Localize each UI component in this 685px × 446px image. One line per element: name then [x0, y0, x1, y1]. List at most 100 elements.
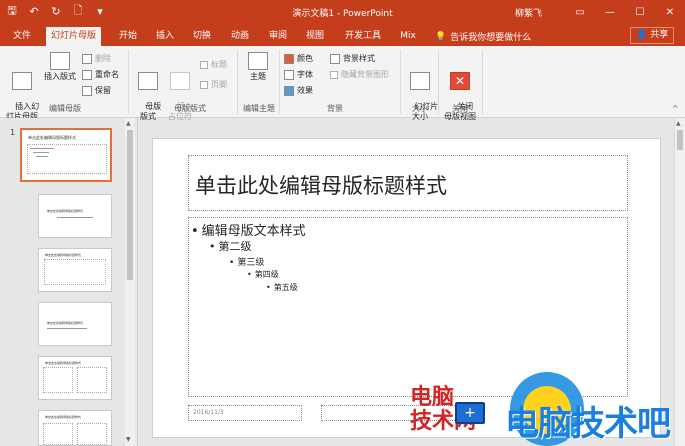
- slide-scrollbar[interactable]: ▲: [674, 118, 685, 446]
- thumbnail-body-box: [77, 367, 107, 393]
- new-file-icon[interactable]: 🗋: [70, 3, 86, 19]
- group-label-close: 关闭: [452, 104, 468, 113]
- thumbnail-layout-5[interactable]: 单击此处编辑母版标题样式: [38, 410, 112, 446]
- delete-icon: [82, 53, 92, 64]
- background-styles-icon: [330, 53, 340, 64]
- thumbnail-scrollbar[interactable]: ▲ ▼: [125, 118, 135, 446]
- tab-animations[interactable]: 动画: [225, 28, 255, 46]
- title-checkbox-label: 标题: [211, 60, 227, 69]
- thumbnail-title: 单击此处编辑母版标题样式: [47, 209, 84, 213]
- tab-slide-master[interactable]: 幻灯片母版: [46, 27, 102, 46]
- close-icon[interactable]: ✕: [655, 0, 685, 24]
- themes-icon: [248, 52, 268, 70]
- thumbnail-line: [47, 328, 87, 329]
- colors-label: 颜色: [297, 54, 313, 63]
- watermark-blue-text: 电脑技术吧: [505, 404, 671, 444]
- tab-view[interactable]: 视图: [300, 28, 330, 46]
- colors-button[interactable]: 颜色: [284, 53, 313, 64]
- minimize-icon[interactable]: —: [595, 0, 625, 24]
- thumbnail-title: 单击此处编辑母版标题样式: [45, 415, 82, 419]
- share-label: 共享: [650, 30, 669, 40]
- themes-label: 主题: [250, 72, 266, 81]
- thumbnail-body-box: [43, 423, 73, 445]
- thumbnail-title: 单击此处编辑母版标题样式: [45, 361, 82, 365]
- slide-canvas[interactable]: 单击此处编辑母版标题样式 编辑母版文本样式 第二级 第三级 第四级 第五级 20…: [152, 138, 661, 438]
- tell-me-text: 告诉我你想要做什么: [450, 33, 532, 43]
- scrollbar-thumb[interactable]: [127, 130, 133, 280]
- hide-bg-label: 隐藏背景图形: [341, 70, 389, 79]
- date-placeholder[interactable]: 2016/11/3: [188, 405, 302, 421]
- tab-home[interactable]: 开始: [113, 28, 143, 46]
- thumbnail-title: 单击此处编辑母版标题样式: [47, 321, 84, 325]
- thumbnail-layout-2[interactable]: 单击此处编辑母版标题样式: [38, 248, 112, 292]
- ribbon-display-icon[interactable]: ▭: [565, 0, 595, 24]
- effects-icon: [284, 85, 294, 96]
- effects-label: 效果: [297, 86, 313, 95]
- effects-button[interactable]: 效果: [284, 85, 313, 96]
- thumbnail-body-box: [44, 259, 106, 285]
- redo-icon[interactable]: ↻: [48, 3, 64, 19]
- scroll-up-icon[interactable]: ▲: [676, 120, 681, 127]
- scroll-down-icon[interactable]: ▼: [126, 436, 131, 443]
- slide-number: 1: [10, 128, 16, 137]
- colors-icon: [284, 53, 294, 64]
- insert-layout-icon: [50, 52, 70, 70]
- insert-layout-button[interactable]: 插入版式: [42, 52, 78, 82]
- themes-button[interactable]: 主题: [244, 52, 272, 82]
- fonts-label: 字体: [297, 70, 313, 79]
- slide-size-button[interactable]: 幻灯片 大小: [404, 52, 438, 132]
- title-checkbox-box: [200, 60, 208, 69]
- insert-placeholder-button[interactable]: 插入 占位符: [165, 52, 195, 132]
- footer-checkbox[interactable]: 页脚: [200, 79, 227, 90]
- save-icon[interactable]: 🖫: [4, 3, 20, 19]
- background-styles-button[interactable]: 背景样式: [330, 53, 375, 64]
- delete-button[interactable]: 删除: [82, 53, 111, 64]
- rename-label: 重命名: [95, 70, 119, 79]
- thumbnail-layout-3[interactable]: 单击此处编辑母版标题样式: [38, 302, 112, 346]
- collapse-ribbon-icon[interactable]: ^: [672, 104, 679, 113]
- slide-size-icon: [410, 72, 430, 90]
- tab-mix[interactable]: Mix: [395, 28, 421, 46]
- rename-icon: [82, 69, 92, 80]
- tell-me-box[interactable]: 💡 告诉我你想要做什么: [435, 30, 532, 44]
- close-master-view-button[interactable]: ✕ 关闭 母版视图: [441, 52, 479, 132]
- thumbnail-layout-1[interactable]: 单击此处编辑母版标题样式: [38, 194, 112, 238]
- close-master-icon: ✕: [450, 72, 470, 90]
- text-level-4: 第四级: [247, 269, 279, 280]
- undo-icon[interactable]: ↶: [26, 3, 42, 19]
- hide-background-graphics-checkbox[interactable]: 隐藏背景图形: [330, 69, 389, 80]
- separator: [128, 50, 129, 114]
- body-placeholder[interactable]: 编辑母版文本样式 第二级 第三级 第四级 第五级: [188, 217, 628, 397]
- preserve-button[interactable]: 保留: [82, 85, 111, 96]
- tab-review[interactable]: 审阅: [263, 28, 293, 46]
- slide-title: 单击此处编辑母版标题样式: [195, 174, 447, 198]
- group-label-background: 背景: [327, 104, 343, 113]
- thumbnail-line: [57, 217, 93, 218]
- user-name[interactable]: 柳紫飞: [515, 6, 542, 19]
- tab-transitions[interactable]: 切换: [187, 28, 217, 46]
- tab-developer[interactable]: 开发工具: [340, 28, 386, 46]
- fonts-button[interactable]: 字体: [284, 69, 313, 80]
- customize-icon[interactable]: ▾: [92, 3, 108, 19]
- footer-checkbox-label: 页脚: [211, 80, 227, 89]
- thumbnail-body-box: [77, 423, 107, 445]
- master-layout-button[interactable]: 母版 版式: [134, 52, 162, 132]
- tab-insert[interactable]: 插入: [150, 28, 180, 46]
- thumbnail-title: 单击此处编辑母版标题样式: [45, 253, 82, 257]
- master-layout-icon: [138, 72, 158, 90]
- maximize-icon[interactable]: ☐: [625, 0, 655, 24]
- separator: [438, 50, 439, 114]
- title-checkbox[interactable]: 标题: [200, 59, 227, 70]
- scrollbar-thumb[interactable]: [677, 130, 683, 150]
- thumbnail-master[interactable]: 单击此处编辑母版标题样式: [20, 128, 112, 182]
- share-button[interactable]: 👤 共享: [630, 27, 675, 44]
- tab-file[interactable]: 文件: [8, 28, 36, 46]
- delete-label: 删除: [95, 54, 111, 63]
- scroll-up-icon[interactable]: ▲: [126, 120, 131, 127]
- title-placeholder[interactable]: 单击此处编辑母版标题样式: [188, 155, 628, 211]
- window-controls: ▭ — ☐ ✕: [565, 0, 685, 24]
- rename-button[interactable]: 重命名: [82, 69, 119, 80]
- thumbnail-layout-4[interactable]: 单击此处编辑母版标题样式: [38, 356, 112, 400]
- thumbnail-pane: 1 单击此处编辑母版标题样式 单击此处编辑母版标题样式 单击此处编辑母版标题样式…: [0, 118, 138, 446]
- text-level-1: 编辑母版文本样式: [191, 220, 306, 239]
